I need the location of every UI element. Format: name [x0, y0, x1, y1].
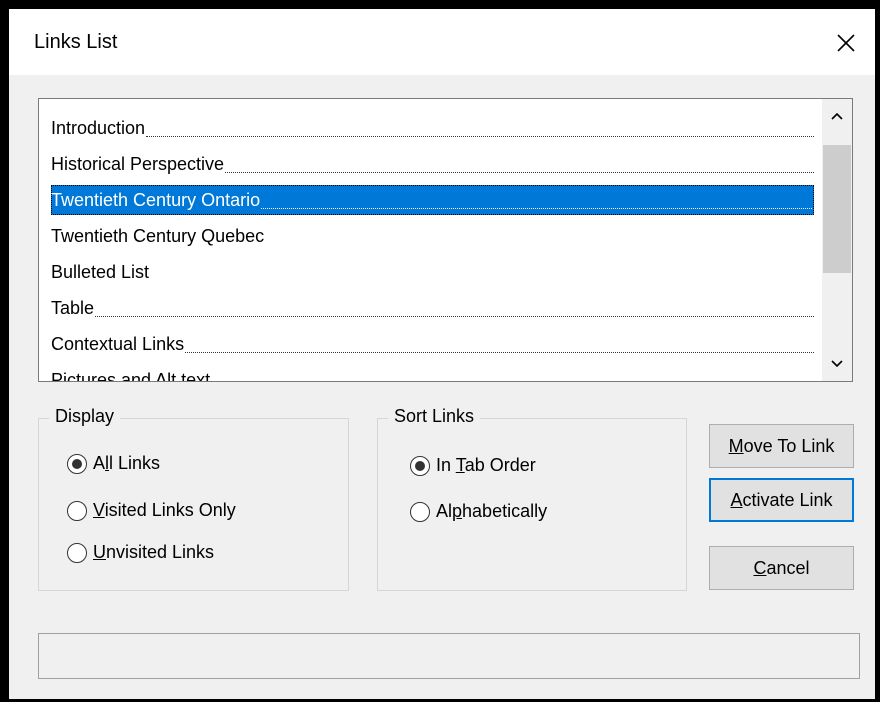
display-radio-label: Visited Links Only — [93, 500, 236, 521]
activate-link-button[interactable]: Activate Link — [709, 478, 854, 522]
scroll-down-button[interactable] — [822, 347, 852, 381]
links-list-item-label: Introduction — [51, 117, 146, 138]
radio-circle-icon — [67, 500, 87, 521]
links-list-item[interactable]: Twentieth Century Ontario — [51, 185, 814, 215]
radio-label-post: isited Links Only — [104, 500, 236, 520]
links-list-item-label: Twentieth Century Quebec — [51, 225, 265, 246]
radio-label-post: habetically — [462, 501, 548, 521]
status-bar — [38, 633, 860, 679]
scroll-up-button[interactable] — [822, 99, 852, 133]
radio-dot-icon — [72, 458, 82, 469]
radio-label-accel: p — [452, 501, 463, 521]
dot-leader — [146, 136, 814, 137]
radio-circle-icon — [410, 455, 430, 476]
chevron-up-icon — [831, 112, 843, 120]
close-icon — [837, 34, 855, 52]
links-list-item-label: Table — [51, 297, 95, 318]
sort-links-group-label: Sort Links — [388, 406, 481, 427]
sort-radio[interactable]: In Tab Order — [410, 455, 536, 476]
links-list-item[interactable]: Pictures and Alt text — [51, 365, 814, 382]
sort-radio-label: Alphabetically — [436, 501, 547, 522]
links-list-item-label: Contextual Links — [51, 333, 185, 354]
radio-label-accel: T — [455, 455, 465, 475]
display-radio[interactable]: All Links — [67, 453, 160, 474]
radio-label-post: ab Order — [464, 455, 536, 475]
move-to-link-button[interactable]: Move To Link — [709, 424, 854, 468]
sort-radio-label: In Tab Order — [436, 455, 536, 476]
close-button[interactable] — [823, 23, 869, 63]
links-list[interactable]: Introduction Historical Perspective Twenti… — [39, 99, 822, 381]
radio-circle-icon — [67, 542, 87, 563]
links-list-item[interactable]: Table — [51, 293, 814, 323]
links-list-item-label: Pictures and Alt text — [51, 369, 211, 382]
activate-link-accel: A — [730, 489, 743, 510]
title-bar: Links List — [9, 9, 875, 75]
display-radio[interactable]: Visited Links Only — [67, 500, 236, 521]
dot-leader — [225, 172, 814, 173]
dot-leader — [185, 352, 814, 353]
links-list-item[interactable]: Contextual Links — [51, 329, 814, 359]
links-listbox[interactable]: Introduction Historical Perspective Twenti… — [38, 98, 853, 382]
cancel-text: ancel — [766, 557, 810, 578]
move-to-link-accel: M — [728, 435, 744, 456]
display-radio-label: All Links — [93, 453, 160, 474]
radio-label-post: l Links — [109, 453, 161, 473]
links-list-item[interactable]: Twentieth Century Quebec — [51, 221, 814, 251]
links-list-dialog: Links List Introduction Historical Perspe… — [9, 9, 875, 699]
cancel-accel: C — [753, 557, 767, 578]
radio-label-accel: V — [93, 500, 105, 520]
move-to-link-text: ove To Link — [743, 435, 835, 456]
radio-circle-icon — [67, 453, 87, 474]
cancel-button[interactable]: Cancel — [709, 546, 854, 590]
links-list-item[interactable]: Bulleted List — [51, 257, 814, 287]
links-list-item[interactable]: Introduction — [51, 113, 814, 143]
links-list-item-label: Historical Perspective — [51, 153, 225, 174]
display-group-label: Display — [49, 406, 121, 427]
radio-label-pre: A — [93, 453, 106, 473]
activate-link-label: Activate Link — [730, 490, 832, 511]
radio-label-pre: Al — [436, 501, 453, 521]
display-radio-label: Unvisited Links — [93, 542, 214, 563]
sort-radio[interactable]: Alphabetically — [410, 501, 547, 522]
vertical-scrollbar[interactable] — [822, 99, 852, 381]
radio-label-accel: U — [93, 542, 106, 562]
radio-label-post: nvisited Links — [106, 542, 215, 562]
dot-leader — [261, 208, 814, 209]
scrollbar-thumb[interactable] — [823, 145, 851, 273]
dialog-title: Links List — [34, 31, 118, 53]
radio-dot-icon — [415, 460, 425, 471]
links-list-item-label: Bulleted List — [51, 261, 150, 282]
cancel-label: Cancel — [753, 558, 809, 579]
display-radio[interactable]: Unvisited Links — [67, 542, 214, 563]
dot-leader — [95, 316, 814, 317]
links-list-item-label: Twentieth Century Ontario — [51, 189, 261, 210]
radio-label-pre: In — [436, 455, 456, 475]
move-to-link-label: Move To Link — [729, 436, 835, 457]
radio-circle-icon — [410, 501, 430, 522]
chevron-down-icon — [831, 360, 843, 368]
links-list-item[interactable]: Historical Perspective — [51, 149, 814, 179]
activate-link-text: ctivate Link — [742, 489, 833, 510]
